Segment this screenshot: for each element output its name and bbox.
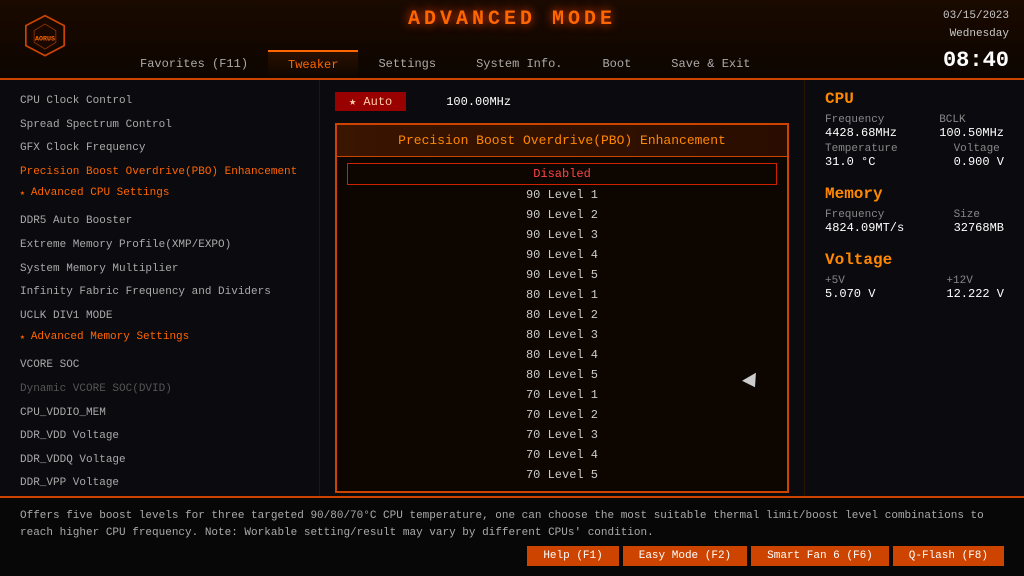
mem-freq-label: Frequency [825,209,904,221]
nav-tabs: Favorites (F11) Tweaker Settings System … [120,50,824,78]
tab-settings[interactable]: Settings [358,50,456,78]
v5-value: 5.070 V [825,287,875,301]
cpu-volt-label: Voltage [954,143,1004,155]
pbo-item-70-l3[interactable]: 70 Level 3 [337,425,787,445]
pbo-item-70-l1[interactable]: 70 Level 1 [337,385,787,405]
pbo-modal: Precision Boost Overdrive(PBO) Enhanceme… [335,123,789,493]
spacer-1 [20,202,299,210]
tab-tweaker[interactable]: Tweaker [268,50,358,78]
pbo-item-80-l5[interactable]: 80 Level 5 [337,365,787,385]
main-content: CPU Clock Control Spread Spectrum Contro… [0,80,1024,496]
day-display: Wednesday [943,26,1009,44]
left-panel: CPU Clock Control Spread Spectrum Contro… [0,80,320,496]
pbo-item-70-l2[interactable]: 70 Level 2 [337,405,787,425]
auto-value: 100.00MHz [446,95,511,109]
pbo-modal-title: Precision Boost Overdrive(PBO) Enhanceme… [337,125,787,157]
menu-ddr5-auto[interactable]: DDR5 Auto Booster [20,210,299,234]
mem-freq-value: 4824.09MT/s [825,221,904,235]
pbo-item-90-l3[interactable]: 90 Level 3 [337,225,787,245]
cpu-volt-value: 0.900 V [954,155,1004,169]
menu-ddr-vdd[interactable]: DDR_VDD Voltage [20,425,299,449]
volt-row: +5V 5.070 V +12V 12.222 V [825,275,1004,301]
voltage-stats-title: Voltage [825,251,1004,269]
datetime: 03/15/2023 Wednesday 08:40 [943,8,1009,78]
mem-freq-row: Frequency 4824.09MT/s Size 32768MB [825,209,1004,235]
tab-system-info[interactable]: System Info. [456,50,582,78]
center-panel: ★ Auto 100.00MHz Precision Boost Overdri… [320,80,804,496]
tab-favorites[interactable]: Favorites (F11) [120,50,268,78]
spacer-2 [20,346,299,354]
menu-ddr-vpp[interactable]: DDR_VPP Voltage [20,472,299,496]
menu-gfx-clock[interactable]: GFX Clock Frequency [20,137,299,161]
pbo-item-disabled[interactable]: Disabled [347,163,777,185]
menu-xmp[interactable]: Extreme Memory Profile(XMP/EXPO) [20,234,299,258]
smart-fan-button[interactable]: Smart Fan 6 (F6) [751,546,889,566]
menu-ddr-vddq[interactable]: DDR_VDDQ Voltage [20,449,299,473]
right-panel: CPU Frequency 4428.68MHz BCLK 100.50MHz … [804,80,1024,496]
pbo-item-90-l2[interactable]: 90 Level 2 [337,205,787,225]
header: AORUS ADVANCED MODE 03/15/2023 Wednesday… [0,0,1024,80]
cpu-stats-title: CPU [825,90,1004,108]
aorus-logo-icon: AORUS [20,14,70,64]
memory-stats-title: Memory [825,185,1004,203]
pbo-item-70-l5[interactable]: 70 Level 5 [337,465,787,485]
v5-label: +5V [825,275,875,287]
time-display: 08:40 [943,43,1009,78]
easy-mode-button[interactable]: Easy Mode (F2) [623,546,747,566]
menu-dynamic-vcore: Dynamic VCORE SOC(DVID) [20,378,299,402]
menu-cpu-vddio[interactable]: CPU_VDDIO_MEM [20,402,299,426]
v12-label: +12V [946,275,1004,287]
cpu-freq-value: 4428.68MHz [825,126,897,140]
pbo-item-80-l3[interactable]: 80 Level 3 [337,325,787,345]
mem-size-label: Size [954,209,1004,221]
menu-infinity-fabric[interactable]: Infinity Fabric Frequency and Dividers [20,281,299,305]
pbo-list[interactable]: Disabled 90 Level 1 90 Level 2 90 Level … [337,157,787,491]
cpu-temp-value: 31.0 °C [825,155,898,169]
qflash-button[interactable]: Q-Flash (F8) [893,546,1004,566]
pbo-item-90-l1[interactable]: 90 Level 1 [337,185,787,205]
description-text: Offers five boost levels for three targe… [20,508,1004,541]
auto-row: ★ Auto 100.00MHz [335,88,789,115]
header-title: ADVANCED MODE [408,8,616,31]
pbo-item-90-l5[interactable]: 90 Level 5 [337,265,787,285]
cpu-temp-row: Temperature 31.0 °C Voltage 0.900 V [825,143,1004,169]
svg-text:AORUS: AORUS [35,35,55,43]
menu-spread-spectrum[interactable]: Spread Spectrum Control [20,114,299,138]
pbo-item-80-l1[interactable]: 80 Level 1 [337,285,787,305]
menu-sys-mem-mult[interactable]: System Memory Multiplier [20,258,299,282]
date-display: 03/15/2023 [943,8,1009,26]
menu-cpu-clock[interactable]: CPU Clock Control [20,90,299,114]
tab-save-exit[interactable]: Save & Exit [651,50,770,78]
pbo-item-80-l2[interactable]: 80 Level 2 [337,305,787,325]
menu-vcore-soc[interactable]: VCORE SOC [20,354,299,378]
menu-uclk[interactable]: UCLK DIV1 MODE [20,305,299,329]
mem-size-value: 32768MB [954,221,1004,235]
cpu-stats-section: CPU Frequency 4428.68MHz BCLK 100.50MHz … [825,90,1004,169]
voltage-stats-section: Voltage +5V 5.070 V +12V 12.222 V [825,251,1004,301]
cpu-bclk-value: 100.50MHz [939,126,1004,140]
cpu-freq-row: Frequency 4428.68MHz BCLK 100.50MHz [825,114,1004,140]
memory-stats-section: Memory Frequency 4824.09MT/s Size 32768M… [825,185,1004,235]
menu-pbo[interactable]: Precision Boost Overdrive(PBO) Enhanceme… [20,161,299,185]
cpu-freq-label: Frequency [825,114,897,126]
tab-boot[interactable]: Boot [582,50,651,78]
cpu-bclk-label: BCLK [939,114,1004,126]
v12-value: 12.222 V [946,287,1004,301]
pbo-item-80-l4[interactable]: 80 Level 4 [337,345,787,365]
logo-area: AORUS [0,14,120,64]
cpu-temp-label: Temperature [825,143,898,155]
bottom-buttons: Help (F1) Easy Mode (F2) Smart Fan 6 (F6… [20,546,1004,566]
menu-advanced-cpu[interactable]: Advanced CPU Settings [20,184,299,202]
auto-badge: ★ Auto [335,92,406,111]
pbo-item-70-l4[interactable]: 70 Level 4 [337,445,787,465]
pbo-item-90-l4[interactable]: 90 Level 4 [337,245,787,265]
menu-advanced-memory[interactable]: Advanced Memory Settings [20,328,299,346]
description-bar: Offers five boost levels for three targe… [0,496,1024,576]
help-button[interactable]: Help (F1) [527,546,618,566]
